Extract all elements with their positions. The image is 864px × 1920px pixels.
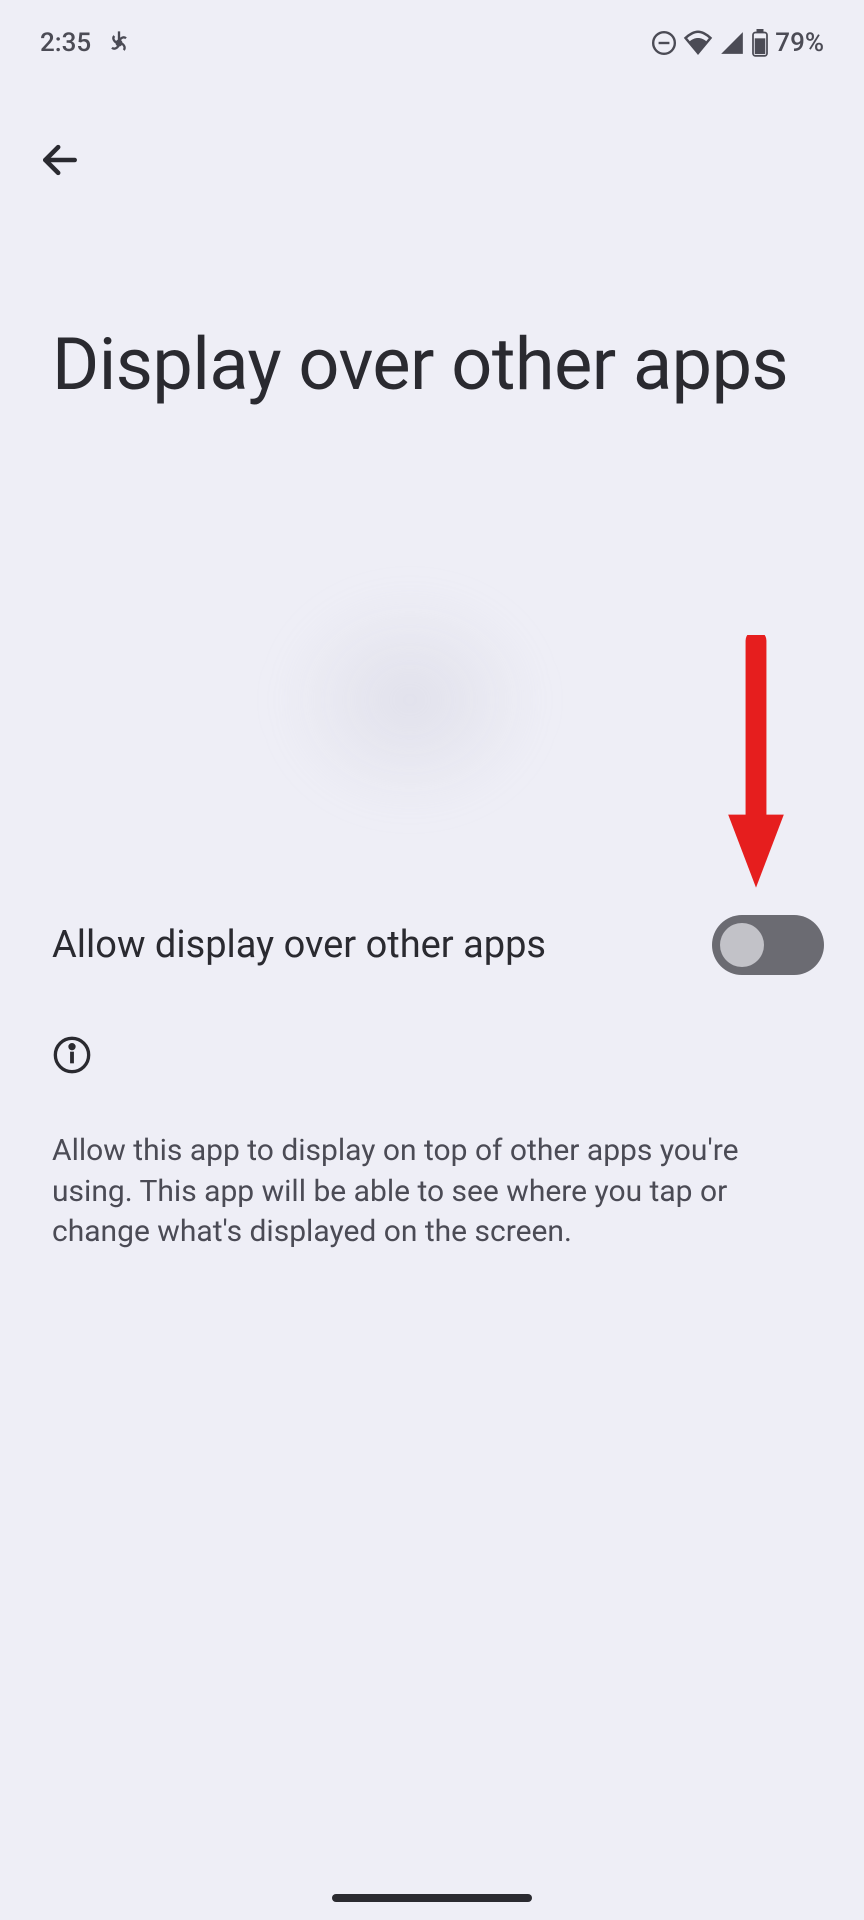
navigation-handle[interactable] (332, 1894, 532, 1902)
setting-label: Allow display over other apps (52, 923, 546, 967)
page-title: Display over other apps (52, 320, 812, 410)
battery-icon (751, 29, 769, 57)
toggle-allow-display-over-apps[interactable] (712, 915, 824, 975)
setting-row-allow-display[interactable]: Allow display over other apps (52, 915, 824, 975)
cellular-signal-icon (719, 30, 745, 56)
pinwheel-icon (105, 29, 133, 57)
info-icon (52, 1035, 812, 1079)
info-section: Allow this app to display on top of othe… (52, 1035, 812, 1253)
blurred-app-info (280, 590, 540, 810)
info-description: Allow this app to display on top of othe… (52, 1131, 812, 1253)
wifi-icon (683, 30, 713, 56)
status-left: 2:35 (40, 28, 133, 58)
toggle-thumb (720, 923, 764, 967)
arrow-left-icon (38, 138, 82, 182)
battery-percent: 79% (775, 28, 824, 58)
do-not-disturb-icon (651, 30, 677, 56)
status-bar: 2:35 (0, 0, 864, 68)
status-time: 2:35 (40, 28, 91, 58)
back-button[interactable] (30, 130, 90, 190)
status-right: 79% (651, 28, 824, 58)
annotation-arrow (720, 635, 792, 894)
